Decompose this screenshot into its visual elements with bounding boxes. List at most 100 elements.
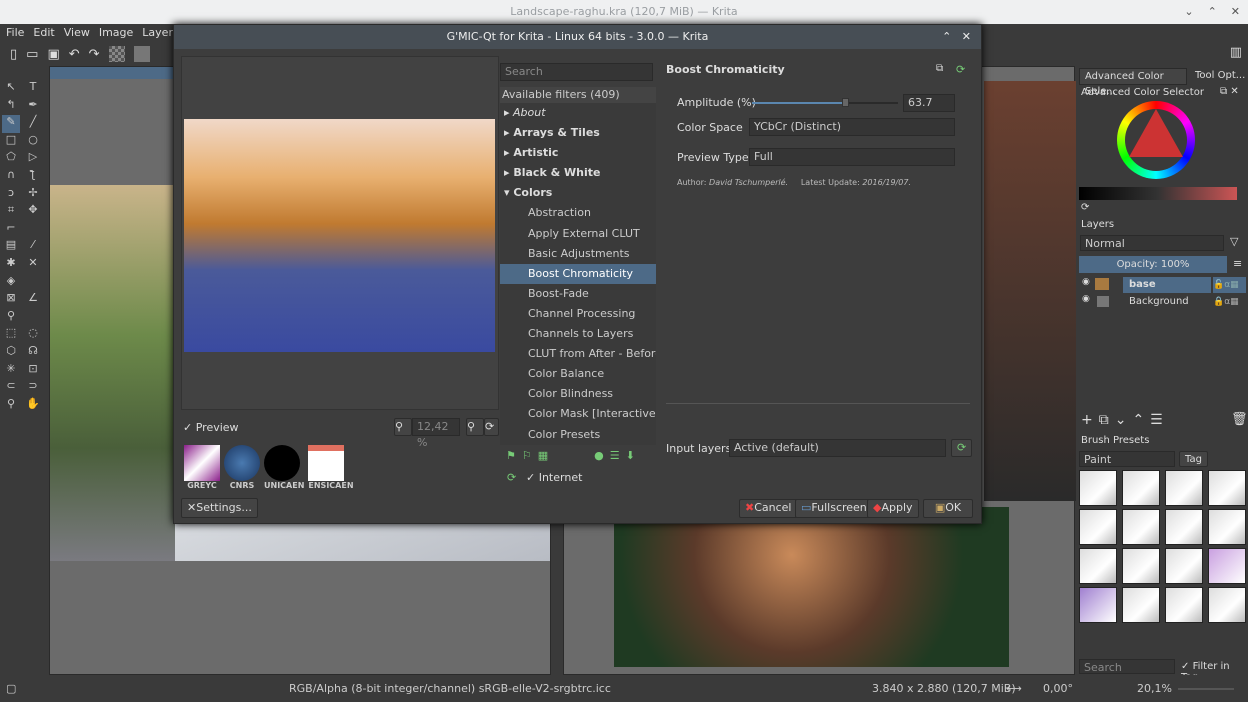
dynamic-brush-icon[interactable]: ↄ	[2, 186, 20, 204]
calligraphy-icon[interactable]: ✒	[24, 98, 42, 116]
line-tool-icon[interactable]: ╱	[24, 115, 42, 133]
fill-tool-icon[interactable]: ◈	[2, 274, 20, 292]
edit-shapes-icon[interactable]: ↰	[2, 98, 20, 116]
undo-icon[interactable]: ↶	[69, 47, 80, 62]
filter-item[interactable]: ▸ About	[500, 103, 656, 123]
rectangle-tool-icon[interactable]: □	[2, 133, 20, 151]
selection-icon[interactable]: ▢	[6, 675, 16, 702]
filter-item[interactable]: Color Balance	[500, 364, 656, 384]
brush-preset[interactable]	[1165, 587, 1203, 623]
apply-button[interactable]: ◆Apply	[867, 499, 919, 518]
filter-item[interactable]: Color Blindness	[500, 384, 656, 404]
new-document-icon[interactable]: ▯	[10, 47, 17, 62]
filter-item[interactable]: Boost-Fade	[500, 284, 656, 304]
brush-search-input[interactable]: Search	[1079, 659, 1175, 674]
cancel-button[interactable]: ✖Cancel	[739, 499, 798, 518]
internet-checkbox[interactable]: ✓ Internet	[526, 471, 582, 484]
filter-item[interactable]: ▸ Artistic	[500, 143, 656, 163]
colorize-mask-icon[interactable]: ✱	[2, 256, 20, 274]
zoom-select[interactable]: 12,42 %	[412, 418, 460, 449]
filter-item[interactable]: Apply External CLUT	[500, 224, 656, 244]
assistant-tool-icon[interactable]: ⊠	[2, 291, 20, 309]
visibility-selection-icon[interactable]: ▦	[538, 449, 548, 462]
preview-checkbox[interactable]: ✓ Preview	[183, 421, 239, 434]
brush-preset[interactable]	[1079, 509, 1117, 545]
polygon-select-icon[interactable]: ⬡	[2, 344, 20, 362]
colorspace-select[interactable]: YCbCr (Distinct)	[749, 118, 955, 136]
filter-item[interactable]: Channels to Layers	[500, 324, 656, 344]
tab-tool-options[interactable]: Tool Opt...	[1191, 68, 1248, 85]
freehand-select-icon[interactable]: ☊	[24, 344, 42, 362]
layer-menu-icon[interactable]: ≡	[1233, 257, 1242, 270]
tab-color-selector[interactable]: Advanced Color Sele...	[1079, 68, 1187, 97]
bezier-select-icon[interactable]: ⊂	[2, 379, 20, 397]
ellipse-select-icon[interactable]: ◌	[24, 326, 42, 344]
layer-name[interactable]: base	[1123, 277, 1211, 293]
randomize-icon[interactable]: ●	[594, 449, 604, 462]
preview-area[interactable]	[181, 56, 499, 410]
smart-patch-icon[interactable]: ✕	[24, 256, 42, 274]
amplitude-spinbox[interactable]: 63.7	[903, 94, 955, 112]
brush-preset[interactable]	[1079, 587, 1117, 623]
select-tool-icon[interactable]: ↖	[2, 80, 20, 98]
brush-preset[interactable]	[1165, 548, 1203, 584]
dock-float-close-icon[interactable]: ⧉ ✕	[1220, 86, 1239, 97]
pattern-swatch[interactable]	[108, 46, 125, 62]
multibrush-icon[interactable]: ✢	[24, 186, 42, 204]
filter-item[interactable]: ▾ Colors	[500, 183, 656, 203]
brush-preset[interactable]	[1122, 548, 1160, 584]
color-wheel[interactable]	[1117, 101, 1195, 179]
refresh-icon[interactable]: ⟳	[484, 418, 499, 436]
reset-icon[interactable]: ⟳	[1081, 202, 1089, 213]
lock-icon[interactable]: 🔒α▦	[1213, 294, 1239, 310]
workspace-icon[interactable]: ▥	[1230, 45, 1242, 60]
text-tool-icon[interactable]: T	[24, 80, 42, 98]
expand-icon[interactable]: ☰	[610, 449, 620, 462]
brush-preset[interactable]	[1079, 548, 1117, 584]
filter-item[interactable]: Channel Processing	[500, 304, 656, 324]
brush-preset[interactable]	[1208, 509, 1246, 545]
filter-item[interactable]: ▸ Arrays & Tiles	[500, 123, 656, 143]
filter-item[interactable]: CLUT from After - Before	[500, 344, 656, 364]
expand-arrow-icon[interactable]: ▸	[504, 106, 513, 119]
gradient-swatch[interactable]	[133, 46, 150, 62]
brush-preset[interactable]	[1208, 548, 1246, 584]
expand-arrow-icon[interactable]: ▸	[504, 166, 513, 179]
layer-row[interactable]: ◉ base 🔓α▦	[1077, 277, 1248, 293]
magnetic-select-icon[interactable]: ⊃	[24, 379, 42, 397]
color-triangle[interactable]	[1129, 109, 1183, 157]
zoom-tool-icon[interactable]: ⚲	[2, 397, 20, 415]
filter-item[interactable]: Basic Adjustments	[500, 244, 656, 264]
brush-preset[interactable]	[1122, 470, 1160, 506]
image-size-status[interactable]: 3.840 x 2.880 (120,7 MiB)	[872, 675, 1016, 702]
ellipse-tool-icon[interactable]: ○	[24, 133, 42, 151]
polygon-tool-icon[interactable]: ⬠	[2, 150, 20, 168]
zoom-in-icon[interactable]: ⚲	[466, 418, 484, 436]
brush-preset[interactable]	[1208, 470, 1246, 506]
color-picker-icon[interactable]: ⁄	[24, 238, 42, 256]
save-icon[interactable]: ▣	[47, 47, 59, 62]
gradient-tool-icon[interactable]: ▤	[2, 238, 20, 256]
color-history-bar[interactable]	[1079, 187, 1237, 200]
open-icon[interactable]: ▭	[26, 47, 38, 62]
zoom-slider[interactable]	[1178, 688, 1234, 690]
freehand-path-icon[interactable]: ƪ	[24, 168, 42, 186]
close-button[interactable]: ✕	[1231, 0, 1240, 24]
similar-select-icon[interactable]: ⊡	[24, 362, 42, 380]
polyline-tool-icon[interactable]: ▷	[24, 150, 42, 168]
brush-preset[interactable]	[1165, 470, 1203, 506]
filter-item[interactable]: Color Presets	[500, 425, 656, 445]
reference-tool-icon[interactable]: ⚲	[2, 309, 20, 327]
minimize-button[interactable]: ⌄	[1184, 0, 1193, 24]
brush-preset[interactable]	[1079, 470, 1117, 506]
visibility-icon[interactable]: ◉	[1082, 294, 1090, 304]
delete-layer-icon[interactable]: 🗑	[1231, 412, 1248, 427]
move-tool-icon[interactable]: ✥	[24, 203, 42, 221]
crop-tool-icon[interactable]: ⌗	[2, 203, 20, 221]
add-favorite-icon[interactable]: ⚑	[506, 449, 516, 462]
rotation-icon[interactable]: ⟷	[1006, 675, 1022, 702]
dialog-controls[interactable]: ⌃ ✕	[942, 25, 971, 49]
update-filters-icon[interactable]: ⟳	[507, 471, 516, 484]
contiguous-select-icon[interactable]: ✳	[2, 362, 20, 380]
redo-icon[interactable]: ↷	[89, 47, 100, 62]
